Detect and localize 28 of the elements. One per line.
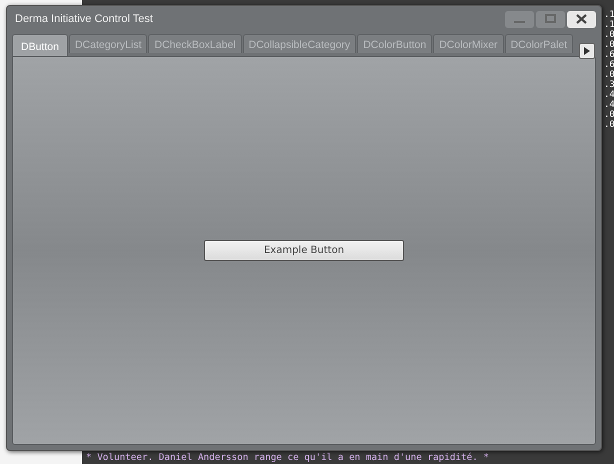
- minimize-icon: [514, 21, 525, 23]
- window-title: Derma Initiative Control Test: [14, 13, 153, 25]
- console-text: .0: [604, 40, 614, 50]
- play-arrow-icon: [584, 47, 590, 55]
- console-text: .0: [604, 70, 614, 80]
- close-button[interactable]: [567, 10, 596, 28]
- maximize-icon: [545, 14, 556, 24]
- console-text: .6: [604, 60, 614, 70]
- example-button[interactable]: Example Button: [204, 240, 404, 261]
- tab[interactable]: DButton: [12, 34, 68, 56]
- console-text: .0: [604, 110, 614, 120]
- tab[interactable]: DCategoryList: [68, 34, 148, 53]
- console-text: .4: [604, 90, 614, 100]
- console-text: .1: [604, 20, 614, 30]
- close-icon: [576, 14, 587, 24]
- tab[interactable]: DColorButton: [357, 34, 432, 53]
- scroll-right-button[interactable]: [579, 43, 595, 59]
- console-text: .1: [604, 10, 614, 20]
- console-text: .0: [604, 120, 614, 130]
- tab[interactable]: DCollapsibleCategory: [242, 34, 356, 53]
- console-line: * Volunteer. Daniel Andersson range ce qu'il a en main d'une rapidité. *: [86, 452, 489, 464]
- tab[interactable]: DCheckBoxLabel: [148, 34, 242, 53]
- tab[interactable]: DColorMixer: [433, 34, 504, 53]
- tab[interactable]: DColorPalet: [504, 34, 574, 53]
- console-text: .4: [604, 100, 614, 110]
- console-text: .6: [604, 50, 614, 60]
- console-text: .3: [604, 80, 614, 90]
- console-text: .0: [604, 30, 614, 40]
